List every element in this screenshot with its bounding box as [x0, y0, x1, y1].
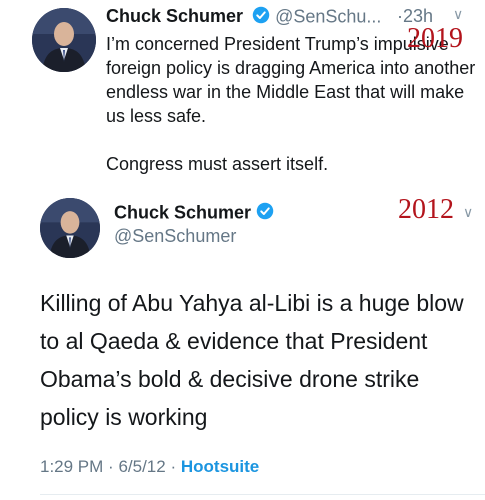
display-name[interactable]: Chuck Schumer [106, 6, 243, 26]
source-link[interactable]: Hootsuite [181, 457, 259, 476]
tweet-text: Killing of Abu Yahya al-Libi is a huge b… [40, 290, 464, 430]
verified-badge-icon [252, 6, 270, 29]
year-annotation: 2012 [398, 194, 454, 225]
tweet-paragraph: Congress must assert itself. [106, 154, 329, 174]
tweet-meta: 1:29 PM · 6/5/12 · Hootsuite [40, 457, 259, 477]
tweet-header: Chuck Schumer @SenSchu... [106, 6, 381, 29]
year-annotation: 2019 [407, 23, 463, 54]
tweet-time[interactable]: 1:29 PM [40, 457, 103, 476]
handle[interactable]: @SenSchumer [114, 226, 236, 247]
avatar-portrait-icon [40, 198, 100, 258]
display-name[interactable]: Chuck Schumer [114, 202, 251, 222]
chevron-down-icon[interactable]: ∨ [453, 6, 463, 23]
name-line: Chuck Schumer [114, 202, 274, 225]
separator: · [170, 457, 177, 476]
tweet-date[interactable]: 6/5/12 [118, 457, 165, 476]
tweet-2012: Chuck Schumer @SenSchumer ∨ Killing of A… [0, 178, 485, 500]
divider [40, 494, 485, 495]
chevron-down-icon[interactable]: ∨ [463, 204, 473, 221]
verified-badge-icon [256, 202, 274, 225]
avatar[interactable] [40, 198, 100, 258]
avatar[interactable] [32, 8, 96, 72]
avatar-portrait-icon [32, 8, 96, 72]
handle[interactable]: @SenSchu... [275, 6, 381, 26]
separator: · [108, 457, 114, 476]
